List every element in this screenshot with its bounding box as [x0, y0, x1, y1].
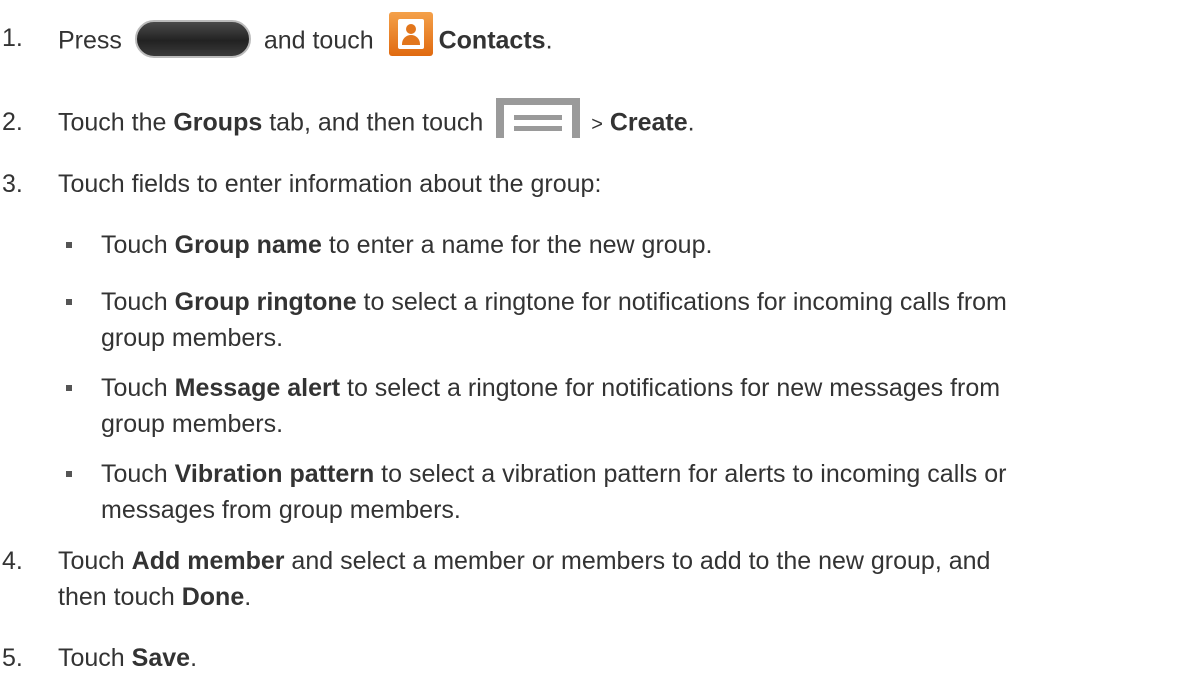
- save-label: Save: [131, 644, 191, 672]
- bullet-icon: [66, 299, 72, 305]
- contacts-label: Contacts: [438, 26, 546, 55]
- bullet-text: group members.: [101, 324, 284, 352]
- bullet-icon: [66, 242, 72, 248]
- bullet-text: to select a vibration pattern for alerts…: [374, 460, 1007, 488]
- step-number: 5.: [2, 644, 23, 672]
- step-number: 1.: [2, 24, 23, 52]
- bullet-text: Touch: [101, 374, 175, 402]
- group-name-label: Group name: [174, 231, 322, 259]
- step-text: Press: [58, 26, 122, 55]
- step-text: and select a member or members to add to…: [284, 547, 991, 575]
- bullet-icon: [66, 385, 72, 391]
- home-key-icon: [134, 20, 251, 58]
- step-text: Touch: [58, 547, 132, 575]
- bullet-text: messages from group members.: [101, 496, 461, 524]
- menu-key-icon: [496, 98, 581, 138]
- step-number: 2.: [2, 108, 23, 136]
- instruction-document: 1. Press and touch Contacts. 2. Touch th…: [0, 0, 1180, 690]
- contacts-icon: [388, 12, 433, 56]
- bullet-text: to select a ringtone for notifications f…: [340, 374, 1001, 402]
- step-text: tab, and then touch: [262, 108, 484, 137]
- done-label: Done: [181, 583, 245, 611]
- add-member-label: Add member: [131, 547, 285, 575]
- create-label: Create: [609, 108, 688, 137]
- step-text: then touch: [58, 583, 182, 611]
- separator: >: [591, 113, 603, 136]
- vibration-pattern-label: Vibration pattern: [174, 460, 375, 488]
- bullet-text: to enter a name for the new group.: [321, 231, 713, 259]
- bullet-text: Touch: [101, 288, 175, 316]
- message-alert-label: Message alert: [174, 374, 341, 402]
- punctuation: .: [687, 108, 695, 137]
- punctuation: .: [545, 26, 553, 55]
- step-text: Touch the: [58, 108, 174, 137]
- groups-label: Groups: [173, 108, 263, 137]
- bullet-text: group members.: [101, 410, 284, 438]
- bullet-text: Touch: [101, 460, 175, 488]
- group-ringtone-label: Group ringtone: [174, 288, 357, 316]
- step-number: 3.: [2, 170, 23, 198]
- bullet-icon: [66, 471, 72, 477]
- bullet-text: Touch: [101, 231, 175, 259]
- punctuation: .: [244, 583, 252, 611]
- step-text: and touch: [263, 26, 374, 55]
- punctuation: .: [190, 644, 198, 672]
- bullet-text: to select a ringtone for notifications f…: [356, 288, 1007, 316]
- step-number: 4.: [2, 547, 23, 575]
- step-text: Touch fields to enter information about …: [58, 170, 602, 198]
- step-text: Touch: [58, 644, 132, 672]
